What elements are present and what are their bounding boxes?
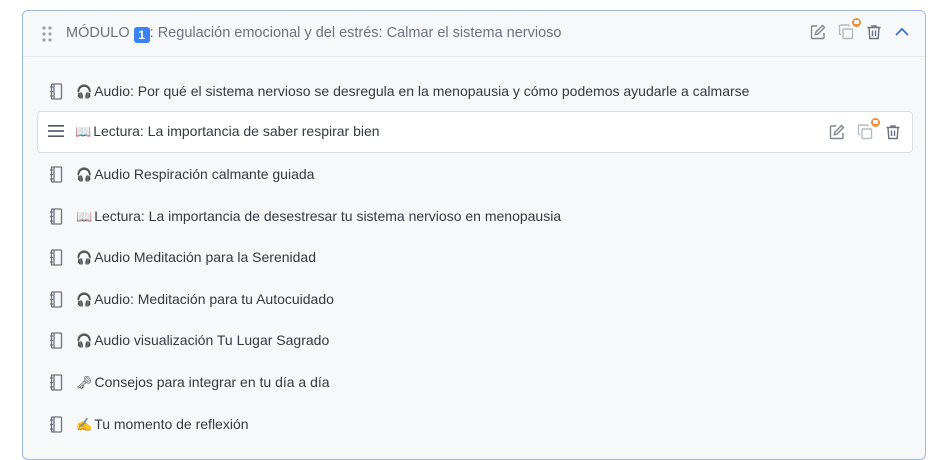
lesson-item[interactable]: 🎧 Audio Respiración calmante guiada (37, 154, 913, 194)
lesson-emoji: 🎧 (76, 167, 93, 182)
lesson-title: Lectura: La importancia de saber respira… (93, 123, 380, 139)
lesson-item[interactable]: ✍️ Tu momento de reflexión (37, 404, 913, 444)
lesson-emoji: 🎧 (76, 292, 93, 307)
lesson-item[interactable]: 📖 Lectura: La importancia de desestresar … (37, 196, 913, 236)
drag-handle-icon[interactable] (41, 25, 53, 43)
lesson-label: 🎧 Audio visualización Tu Lugar Sagrado (76, 331, 329, 350)
lesson-title: Audio: Por qué el sistema nervioso se de… (94, 83, 750, 99)
module-header[interactable]: MÓDULO 1: Regulación emocional y del estr… (23, 11, 925, 57)
lesson-item[interactable]: 🗝 Consejos para integrar en tu día a día (37, 362, 913, 402)
lesson-label: 🎧 Audio Meditación para la Serenidad (76, 248, 316, 267)
lesson-item[interactable]: 🎧 Audio Meditación para la Serenidad (37, 237, 913, 277)
lesson-label: 📖 Lectura: La importancia de desestresar … (76, 207, 561, 226)
lesson-icon (50, 291, 63, 308)
lesson-emoji: 🗝 (76, 375, 93, 390)
module-prefix: MÓDULO (66, 25, 130, 41)
hamburger-icon[interactable] (48, 124, 64, 138)
lesson-emoji: 📖 (75, 124, 92, 139)
premium-badge-icon (870, 117, 881, 128)
duplicate-icon[interactable] (856, 117, 881, 141)
lesson-icon (50, 166, 63, 183)
lesson-icon (50, 249, 63, 266)
lesson-emoji: 🎧 (76, 333, 93, 348)
lesson-item[interactable]: 🎧 Audio: Meditación para tu Autocuidado (37, 279, 913, 319)
trash-icon[interactable] (865, 23, 883, 41)
module-title-text: : Regulación emocional y del estrés: Cal… (149, 25, 562, 41)
lesson-title: Audio Respiración calmante guiada (94, 166, 315, 182)
lesson-title: Consejos para integrar en tu día a día (94, 374, 330, 390)
lesson-label: 🎧 Audio Respiración calmante guiada (76, 165, 314, 184)
lesson-emoji: ✍️ (76, 417, 93, 432)
lesson-title: Tu momento de reflexión (94, 416, 249, 432)
lesson-label: 🗝 Consejos para integrar en tu día a día (76, 373, 330, 392)
lesson-label: 🎧 Audio: Por qué el sistema nervioso se d… (76, 82, 749, 101)
lesson-item[interactable]: 🎧 Audio: Por qué el sistema nervioso se d… (37, 71, 913, 111)
trash-icon[interactable] (884, 123, 902, 141)
lesson-title: Audio Meditación para la Serenidad (94, 249, 316, 265)
lesson-emoji: 📖 (76, 209, 93, 224)
lesson-icon (50, 208, 63, 225)
lesson-item[interactable]: 📖 Lectura: La importancia de saber respir… (37, 111, 913, 153)
lesson-title: Audio visualización Tu Lugar Sagrado (94, 332, 330, 348)
edit-icon[interactable] (809, 23, 827, 41)
module-number-badge: 1 (133, 27, 150, 43)
lesson-emoji: 🎧 (76, 84, 93, 99)
premium-badge-icon (851, 17, 862, 28)
lesson-icon (50, 332, 63, 349)
lesson-icon (50, 416, 63, 433)
lesson-label: 📖 Lectura: La importancia de saber respir… (75, 122, 380, 141)
lesson-label: ✍️ Tu momento de reflexión (76, 415, 249, 434)
module-title: MÓDULO 1: Regulación emocional y del estr… (66, 24, 561, 43)
module-card: MÓDULO 1: Regulación emocional y del estr… (22, 10, 926, 460)
lesson-emoji: 🎧 (76, 250, 93, 265)
lesson-icon (50, 374, 63, 391)
chevron-up-icon[interactable] (893, 23, 911, 41)
lesson-label: 🎧 Audio: Meditación para tu Autocuidado (76, 290, 334, 309)
lesson-title: Lectura: La importancia de desestresar t… (94, 208, 562, 224)
lesson-item[interactable]: 🎧 Audio visualización Tu Lugar Sagrado (37, 320, 913, 360)
edit-icon[interactable] (828, 123, 846, 141)
lesson-icon (50, 83, 63, 100)
lesson-title: Audio: Meditación para tu Autocuidado (94, 291, 334, 307)
duplicate-icon[interactable] (837, 17, 862, 41)
